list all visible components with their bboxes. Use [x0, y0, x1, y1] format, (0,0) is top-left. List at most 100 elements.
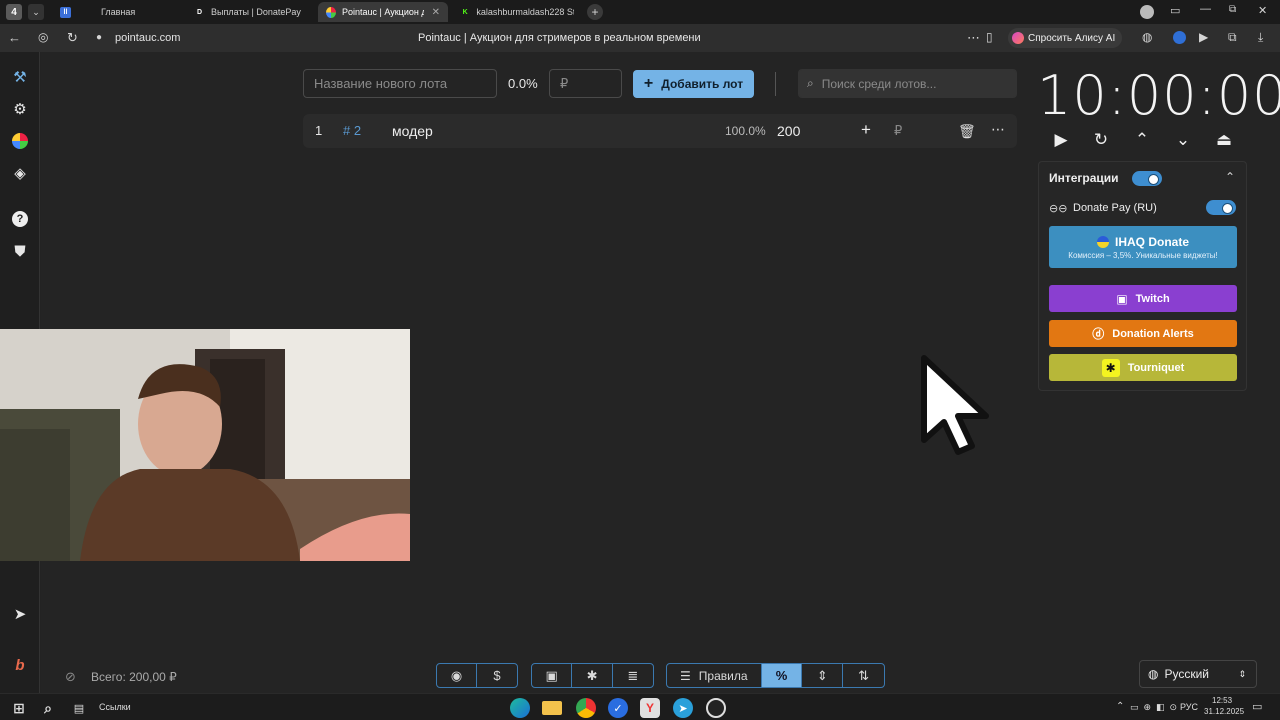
edge-icon[interactable] [510, 698, 530, 718]
total-amount: Всего: 200,00 ₽ [91, 670, 177, 684]
telegram-icon[interactable]: ➤ [8, 602, 32, 626]
save-icon[interactable]: ▣ [532, 664, 573, 687]
help-icon[interactable]: ? [8, 207, 32, 231]
reload-icon[interactable]: ↻ [67, 30, 78, 46]
lot-amount[interactable]: 200 [777, 123, 800, 139]
donate-dollar-icon[interactable]: $ [477, 664, 517, 687]
globe-icon[interactable]: ◍ [1142, 30, 1152, 44]
more-options-icon[interactable]: ⋯ [991, 121, 1005, 138]
layers-icon[interactable]: ◈ [8, 161, 32, 185]
add-lot-label: Добавить лот [661, 77, 744, 91]
rules-button[interactable]: ☰ Правила [667, 664, 762, 687]
tab-donatepay[interactable]: D Выплаты | DonatePay [186, 2, 314, 22]
links-label[interactable]: Ссылки [99, 702, 131, 712]
lot-name[interactable]: модер [392, 123, 433, 139]
compress-icon[interactable]: ⇕ [802, 664, 844, 687]
twitch-button[interactable]: ▣ Twitch [1049, 285, 1237, 312]
integrations-panel: Интеграции ⌃ ⊖⊖ Donate Pay (RU) IHAQ Don… [1038, 161, 1247, 391]
integrations-title: Интеграции [1049, 171, 1119, 185]
back-icon[interactable]: ← [8, 30, 21, 45]
yandex-tab-icon: ll [60, 6, 71, 18]
select-arrows-icon: ⇕ [1238, 668, 1246, 679]
auction-hammer-icon[interactable]: ⚒ [8, 65, 32, 89]
search-input[interactable]: ⌕ Поиск среди лотов... [798, 69, 1017, 98]
clear-list-icon[interactable]: ≣ [613, 664, 653, 687]
boosty-icon[interactable]: b [8, 653, 32, 677]
donation-alerts-button[interactable]: ⓓ Donation Alerts [1049, 320, 1237, 347]
bookmark-icon[interactable]: ▯ [986, 30, 993, 44]
reset-timer-icon[interactable]: ↻ [1089, 128, 1113, 152]
add-amount-icon[interactable]: + [861, 120, 871, 140]
tab-kick[interactable]: K kalashburmaldash228 Stre [452, 2, 582, 22]
lot-index: 1 [315, 123, 323, 138]
percent-toggle-icon[interactable]: % [761, 664, 803, 687]
ihaq-donate-button[interactable]: IHAQ Donate Комиссия – 3,5%. Уникальные … [1049, 226, 1237, 268]
subtract-time-icon[interactable]: ⌄ [1171, 128, 1195, 152]
new-tab-button[interactable]: + [587, 4, 603, 20]
tab-home[interactable]: ll Главная [52, 2, 180, 22]
settings-icon[interactable]: ⚙ [8, 97, 32, 121]
collections-icon[interactable]: ⧉ [1228, 30, 1237, 45]
trash-icon[interactable]: 🗑 [958, 123, 976, 140]
notifications-icon[interactable]: ▭ [1170, 4, 1180, 17]
profile-avatar-icon[interactable] [1140, 5, 1154, 19]
lot-name-input[interactable]: Название нового лота [303, 69, 497, 98]
media-icon[interactable]: ▶ [1199, 30, 1208, 44]
search-icon[interactable]: ⌕ [38, 698, 58, 718]
page-title: Pointauc | Аукцион для стримеров в реаль… [418, 32, 701, 44]
alice-button[interactable]: Спросить Алису AI [1008, 28, 1122, 48]
tab-counter[interactable]: 4 [6, 4, 22, 20]
divider [775, 72, 776, 96]
language-select[interactable]: ◍ Русский ⇕ [1139, 660, 1257, 688]
shield-icon[interactable]: ◎ [38, 30, 48, 44]
windows-start-icon[interactable]: ⊞ [9, 698, 29, 718]
url-text[interactable]: pointauc.com [115, 32, 180, 44]
alice-label: Спросить Алису AI [1028, 32, 1116, 44]
more-menu-icon[interactable]: ⋯ [967, 30, 980, 46]
rules-icon: ☰ [680, 668, 691, 683]
lot-row[interactable]: 1 # 2 модер 100.0% 200 + ₽ 🗑 ⋯ [303, 114, 1017, 148]
clock-date[interactable]: 31.12.2025 [1204, 707, 1244, 716]
tab-label: Главная [101, 7, 136, 17]
bug-icon[interactable]: ✱ [572, 664, 613, 687]
close-tab-icon[interactable]: ✕ [432, 7, 440, 18]
wheel-icon[interactable] [8, 129, 32, 153]
file-explorer-icon[interactable] [542, 701, 562, 715]
amount-input[interactable]: ₽ [549, 69, 622, 98]
download-icon[interactable]: ⤓ [1258, 30, 1263, 45]
close-window-icon[interactable]: ✕ [1258, 4, 1267, 17]
ihaq-subtitle: Комиссия – 3,5%. Уникальные виджеты! [1068, 250, 1218, 260]
tourniquet-label: Tourniquet [1127, 361, 1185, 374]
donatepay-toggle[interactable] [1206, 200, 1236, 215]
donatepay-icon: ⊖⊖ [1049, 203, 1068, 215]
shield-check-icon[interactable]: ⛊ [8, 239, 32, 263]
hide-icon[interactable]: ⊘ [65, 669, 76, 685]
keyboard-lang[interactable]: РУС [1180, 702, 1198, 712]
chevron-down-icon[interactable]: ⌄ [28, 4, 44, 20]
tray-icons[interactable]: ▭⊕◧⊙ [1130, 702, 1182, 713]
clock-time[interactable]: 12:53 [1212, 696, 1232, 705]
task-view-icon[interactable]: ▤ [69, 698, 89, 718]
notification-center-icon[interactable]: ▭ [1252, 700, 1262, 713]
github-icon[interactable]: ◉ [437, 664, 478, 687]
yandex-browser-icon[interactable]: Y [640, 698, 660, 718]
integrations-toggle[interactable] [1132, 171, 1162, 186]
add-lot-button[interactable]: + Добавить лот [633, 70, 754, 98]
maximize-icon[interactable]: ⧉ [1229, 4, 1236, 15]
minimize-icon[interactable]: — [1200, 3, 1211, 15]
add-time-icon[interactable]: ⌃ [1130, 128, 1154, 152]
extension-icon[interactable] [1173, 31, 1186, 44]
play-icon[interactable]: ▶ [1049, 128, 1073, 152]
address-bar: ← ◎ ↻ ● pointauc.com Pointauc | Аукцион … [0, 24, 1280, 52]
site-info-icon[interactable]: ● [96, 32, 102, 43]
tab-pointauc[interactable]: Pointauc | Аукцион для ✕ [318, 2, 448, 22]
chrome-icon[interactable] [576, 698, 596, 718]
tray-chevron-icon[interactable]: ⌃ [1116, 701, 1124, 712]
sort-icon[interactable]: ⇅ [843, 664, 884, 687]
tourniquet-button[interactable]: ✱ Tourniquet [1049, 354, 1237, 381]
obs-icon[interactable] [706, 698, 726, 718]
collapse-icon[interactable]: ⌃ [1225, 170, 1235, 184]
telegram-icon[interactable]: ➤ [673, 698, 693, 718]
double-time-icon[interactable]: ⏏ [1212, 128, 1236, 152]
app-check-icon[interactable]: ✓ [608, 698, 628, 718]
